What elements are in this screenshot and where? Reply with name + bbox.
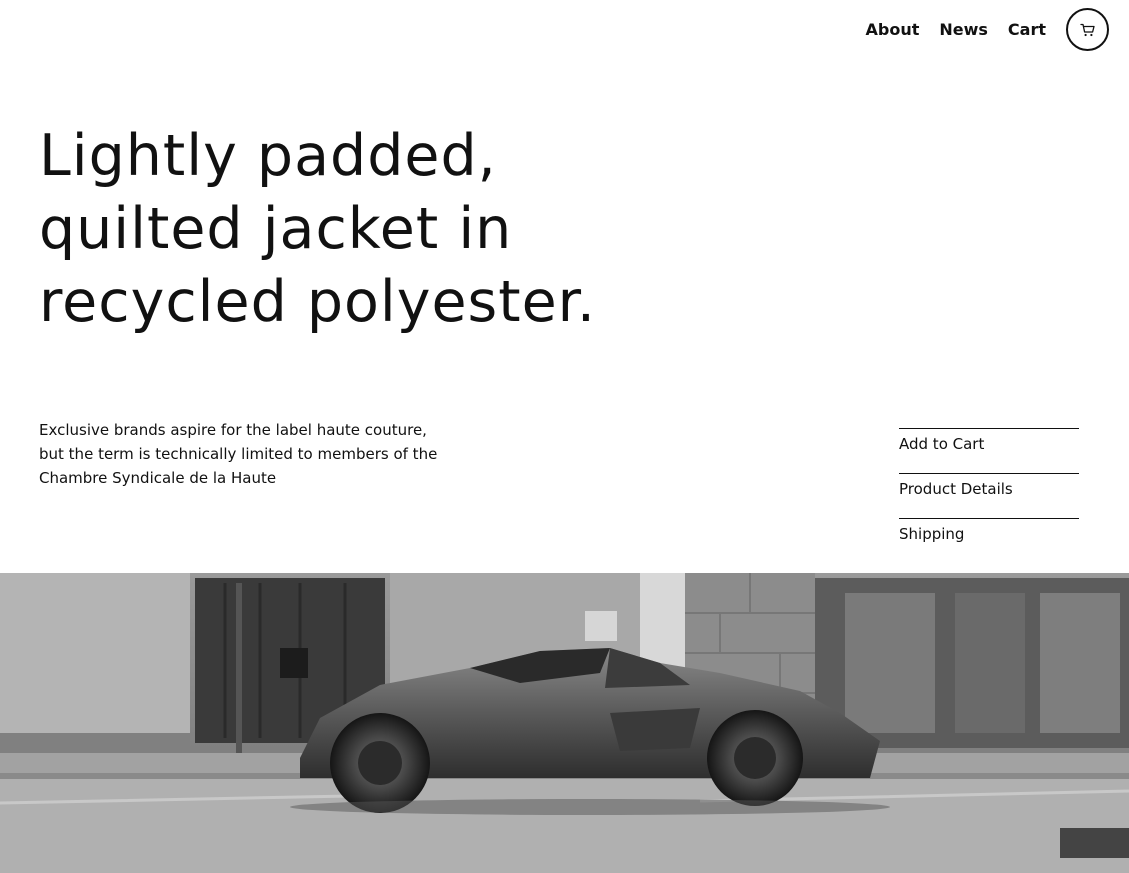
hero-image bbox=[0, 573, 1129, 873]
product-description: Exclusive brands aspire for the label ha… bbox=[39, 421, 438, 487]
shopping-cart-icon bbox=[1079, 23, 1095, 36]
main-nav: About News Cart bbox=[846, 8, 1109, 51]
nav-cart-link[interactable]: Cart bbox=[1008, 20, 1046, 39]
nav-news-link[interactable]: News bbox=[939, 20, 988, 39]
sports-car-photo bbox=[0, 573, 1129, 873]
product-actions: Add to Cart Product Details Shipping bbox=[899, 428, 1079, 563]
cart-button[interactable] bbox=[1066, 8, 1109, 51]
page-headline: Lightly padded, quilted jacket in recycl… bbox=[39, 123, 596, 335]
add-to-cart-link[interactable]: Add to Cart bbox=[899, 428, 1079, 473]
nav-about-link[interactable]: About bbox=[866, 20, 920, 39]
shipping-link[interactable]: Shipping bbox=[899, 518, 1079, 563]
product-details-link[interactable]: Product Details bbox=[899, 473, 1079, 518]
